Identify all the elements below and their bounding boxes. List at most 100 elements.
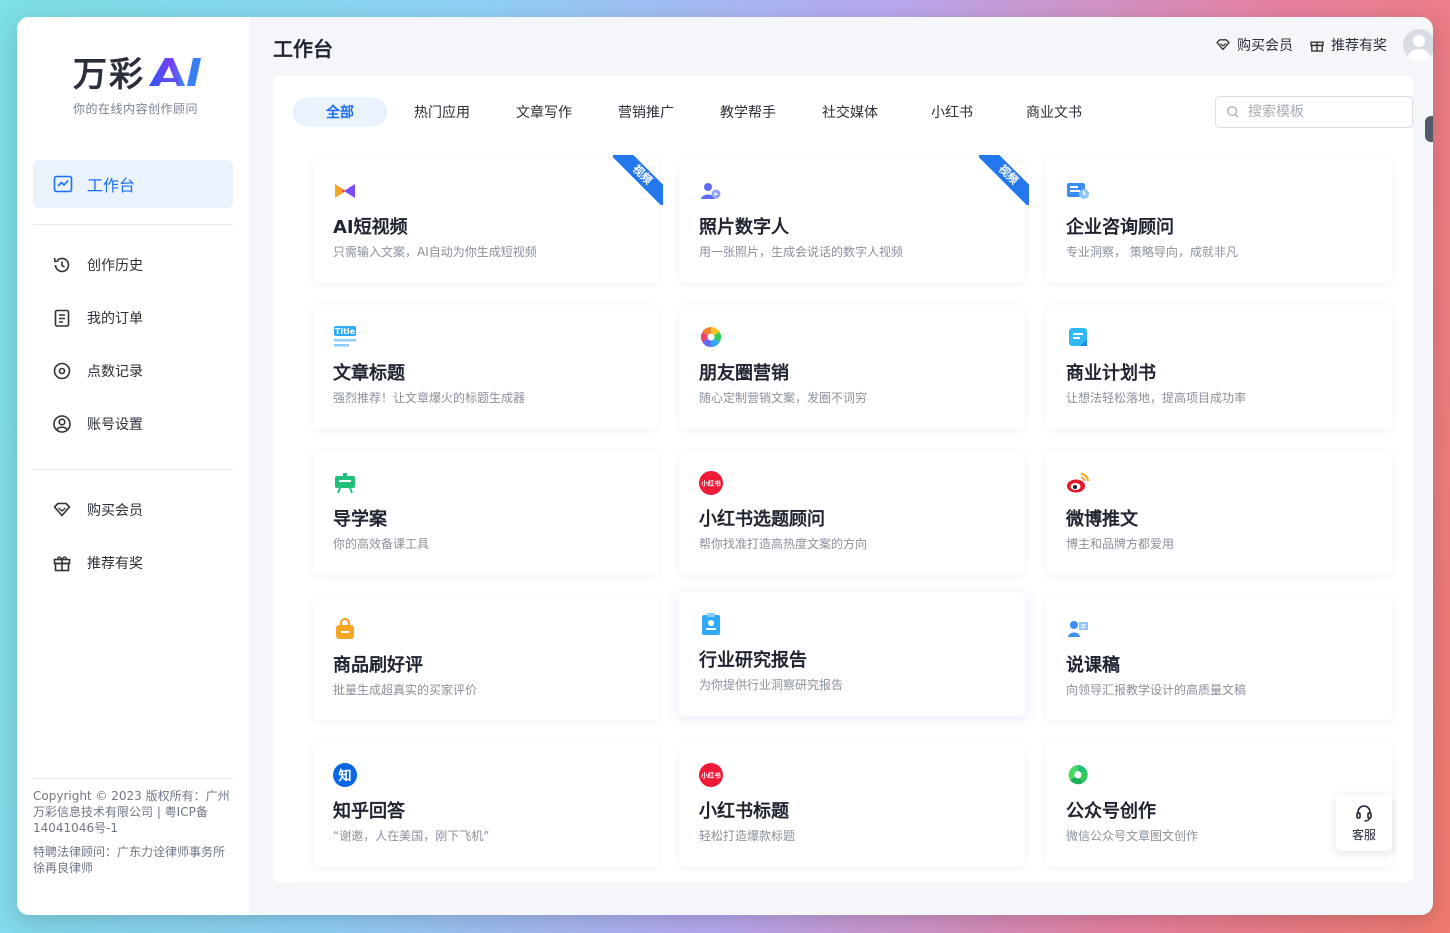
video-play-icon [333,179,357,203]
template-card-business-plan[interactable]: 商业计划书 让想法轻松落地，提高项目成功率 [1046,305,1392,429]
template-card-industry-report[interactable]: 行业研究报告 为你提供行业洞察研究报告 [679,592,1025,716]
svg-text:小红书: 小红书 [700,479,721,488]
card-title: 微博推文 [1066,509,1138,530]
card-desc: 随心定制营销文案，发圈不词穷 [699,391,868,405]
card-title: 小红书标题 [699,801,789,822]
card-title: 说课稿 [1066,655,1120,676]
sidebar-item-label: 创作历史 [87,258,143,274]
headset-icon [1354,803,1374,823]
tab-xiaohongshu[interactable]: 小红书 [905,97,999,127]
diamond-icon [1215,37,1231,53]
card-desc: 你的高效备课工具 [333,537,430,551]
template-card-lecture-script[interactable]: 说课稿 向领导汇报教学设计的高质量文稿 [1046,597,1392,721]
brand-name: 万彩 [73,55,145,95]
weibo-icon [1066,471,1090,495]
video-badge: 视频 [613,155,663,205]
card-desc: 用一张照片，生成会说话的数字人视频 [699,245,904,259]
app-window: 万彩 你的在线内容创作顾问 工作台 创作历史 我的订单 点数记录 账号设置 购买… [17,17,1433,915]
template-panel: 全部 热门应用 文章写作 营销推广 教学帮手 社交媒体 小红书 商业文书 搜索模… [273,76,1433,882]
tab-marketing[interactable]: 营销推广 [599,97,693,127]
plan-icon [1066,325,1090,349]
template-card-photo-digital-human[interactable]: 照片数字人 用一张照片，生成会说话的数字人视频 视频 [679,155,1029,283]
card-title: 小红书选题顾问 [699,509,825,530]
sidebar-item-workbench[interactable]: 工作台 [33,160,233,208]
card-title: 导学案 [333,509,387,530]
ai-logo-icon [147,54,207,90]
card-desc: 批量生成超真实的买家评价 [333,683,478,697]
template-card-xhs-title[interactable]: 小红书 小红书标题 轻松打造爆款标题 [679,743,1025,867]
template-card-study-guide[interactable]: 导学案 你的高效备课工具 [313,451,659,575]
legal-advisor-text: 特聘法律顾问：广东力诠律师事务所徐再良律师 [33,845,226,875]
order-icon [51,307,73,329]
tab-business-docs[interactable]: 商业文书 [1007,97,1101,127]
card-desc: 博主和品牌方都爱用 [1066,537,1175,551]
card-title: AI短视频 [333,217,408,238]
consult-icon [1066,179,1090,203]
gift-icon [51,552,73,574]
template-card-business-consultant[interactable]: 企业咨询顾问 专业洞察， 策略导向，成就非凡 [1046,159,1392,283]
template-card-zhihu-answer[interactable]: 知 知乎回答 “谢邀，人在美国，刚下飞机” [313,743,659,867]
card-desc: “谢邀，人在美国，刚下飞机” [333,829,490,843]
diamond-icon [51,499,73,521]
template-card-product-review[interactable]: 商品刷好评 批量生成超真实的买家评价 [313,597,659,721]
xiaohongshu-icon: 小红书 [699,763,723,787]
template-card-article-title[interactable]: Title 文章标题 强烈推荐！让文章爆火的标题生成器 [313,305,659,429]
xiaohongshu-icon: 小红书 [699,471,723,495]
template-card-xhs-topic-advisor[interactable]: 小红书 小红书选题顾问 帮你找准打造高热度文案的方向 [679,451,1025,575]
customer-service-label: 客服 [1351,828,1376,842]
card-desc: 专业洞察， 策略导向，成就非凡 [1066,245,1238,259]
refer-link[interactable]: 推荐有奖 [1309,35,1387,55]
card-title: 文章标题 [333,363,405,384]
tab-hot-apps[interactable]: 热门应用 [395,97,489,127]
card-title: 商品刷好评 [333,655,423,676]
logo[interactable]: 万彩 你的在线内容创作顾问 [73,47,223,117]
search-input[interactable] [1248,104,1398,120]
sidebar-item-account[interactable]: 账号设置 [51,412,143,436]
card-desc: 为你提供行业洞察研究报告 [699,678,844,692]
tab-teaching[interactable]: 教学帮手 [701,97,795,127]
card-desc: 只需输入文案，AI自动为你生成短视频 [333,245,537,259]
search-icon [1226,105,1240,119]
card-title: 商业计划书 [1066,363,1156,384]
sidebar-item-points[interactable]: 点数记录 [51,359,143,383]
divider [33,469,233,470]
svg-text:Title: Title [335,327,356,336]
video-badge: 视频 [979,155,1029,205]
blackboard-icon [333,471,357,495]
brand-tagline: 你的在线内容创作顾问 [73,102,199,116]
sidebar-item-label: 购买会员 [87,503,143,519]
moments-icon [699,325,723,349]
sidebar-item-refer[interactable]: 推荐有奖 [51,551,143,575]
wechat-official-icon [1066,763,1090,787]
search-box[interactable] [1215,96,1413,128]
category-tabs: 全部 热门应用 文章写作 营销推广 教学帮手 社交媒体 小红书 商业文书 [293,97,1109,127]
scroll-handle[interactable] [1425,116,1433,142]
template-card-ai-video[interactable]: AI短视频 只需输入文案，AI自动为你生成短视频 视频 [313,155,663,283]
sidebar-item-history[interactable]: 创作历史 [51,253,143,277]
refer-label: 推荐有奖 [1331,38,1387,54]
customer-service-button[interactable]: 客服 [1336,795,1392,851]
card-desc: 向领导汇报教学设计的高质量文稿 [1066,683,1247,697]
main-area: 工作台 购买会员 推荐有奖 全部 热门应用 文章写作 营销推广 教学帮手 社交媒… [249,17,1433,915]
divider [33,778,233,779]
tab-all[interactable]: 全部 [293,97,387,127]
tab-article-writing[interactable]: 文章写作 [497,97,591,127]
gift-icon [1309,37,1325,53]
card-desc: 微信公众号文章图文创作 [1066,829,1199,843]
buy-member-label: 购买会员 [1237,38,1293,54]
sidebar-item-orders[interactable]: 我的订单 [51,306,143,330]
sidebar-item-buy-member[interactable]: 购买会员 [51,498,143,522]
sidebar-item-label: 点数记录 [87,364,143,380]
points-icon [51,360,73,382]
buy-member-link[interactable]: 购买会员 [1215,35,1293,55]
sidebar-item-label: 我的订单 [87,311,143,327]
tab-social-media[interactable]: 社交媒体 [803,97,897,127]
card-title: 企业咨询顾问 [1066,217,1174,238]
sidebar-item-label: 工作台 [87,176,136,195]
chart-icon [53,174,73,194]
copyright-text: Copyright © 2023 版权所有：广州万彩信息技术有限公司 | 粤IC… [33,789,230,835]
template-card-moments-marketing[interactable]: 朋友圈营销 随心定制营销文案，发圈不词穷 [679,305,1025,429]
sidebar-item-label: 推荐有奖 [87,556,143,572]
avatar[interactable] [1403,29,1433,61]
template-card-weibo-post[interactable]: 微博推文 博主和品牌方都爱用 [1046,451,1392,575]
